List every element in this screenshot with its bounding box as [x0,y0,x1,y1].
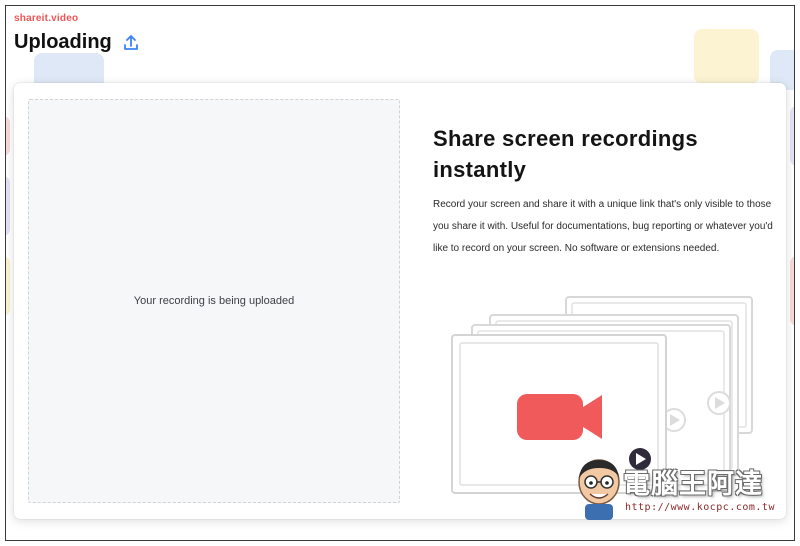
decor-tile [6,256,10,316]
description: Record your screen and share it with a u… [433,199,773,254]
upload-status-text: Your recording is being uploaded [133,295,295,307]
decor-tile [694,29,759,84]
app-window: shareit.video Uploading Your recording i… [5,5,795,541]
brand-link[interactable]: shareit.video [14,13,78,24]
recording-upload-area: Your recording is being uploaded [28,99,400,503]
decor-tile [6,176,10,236]
decor-tile [6,116,10,156]
watermark-url: http://www.kocpc.com.tw [625,502,775,513]
watermark-text: 電腦王阿達 [623,469,763,500]
main-card: Your recording is being uploaded Share s… [14,83,786,519]
page-header: Uploading [14,31,140,54]
page-title: Uploading [14,31,112,53]
play-icon [707,391,731,415]
headline: Share screen recordings instantly [433,126,698,182]
decor-tile [790,256,794,326]
mascot-face-logo [578,459,620,520]
watermark: 電腦王阿達 http://www.kocpc.com.tw [571,456,786,524]
upload-icon [122,34,140,52]
decor-tile [790,106,794,166]
